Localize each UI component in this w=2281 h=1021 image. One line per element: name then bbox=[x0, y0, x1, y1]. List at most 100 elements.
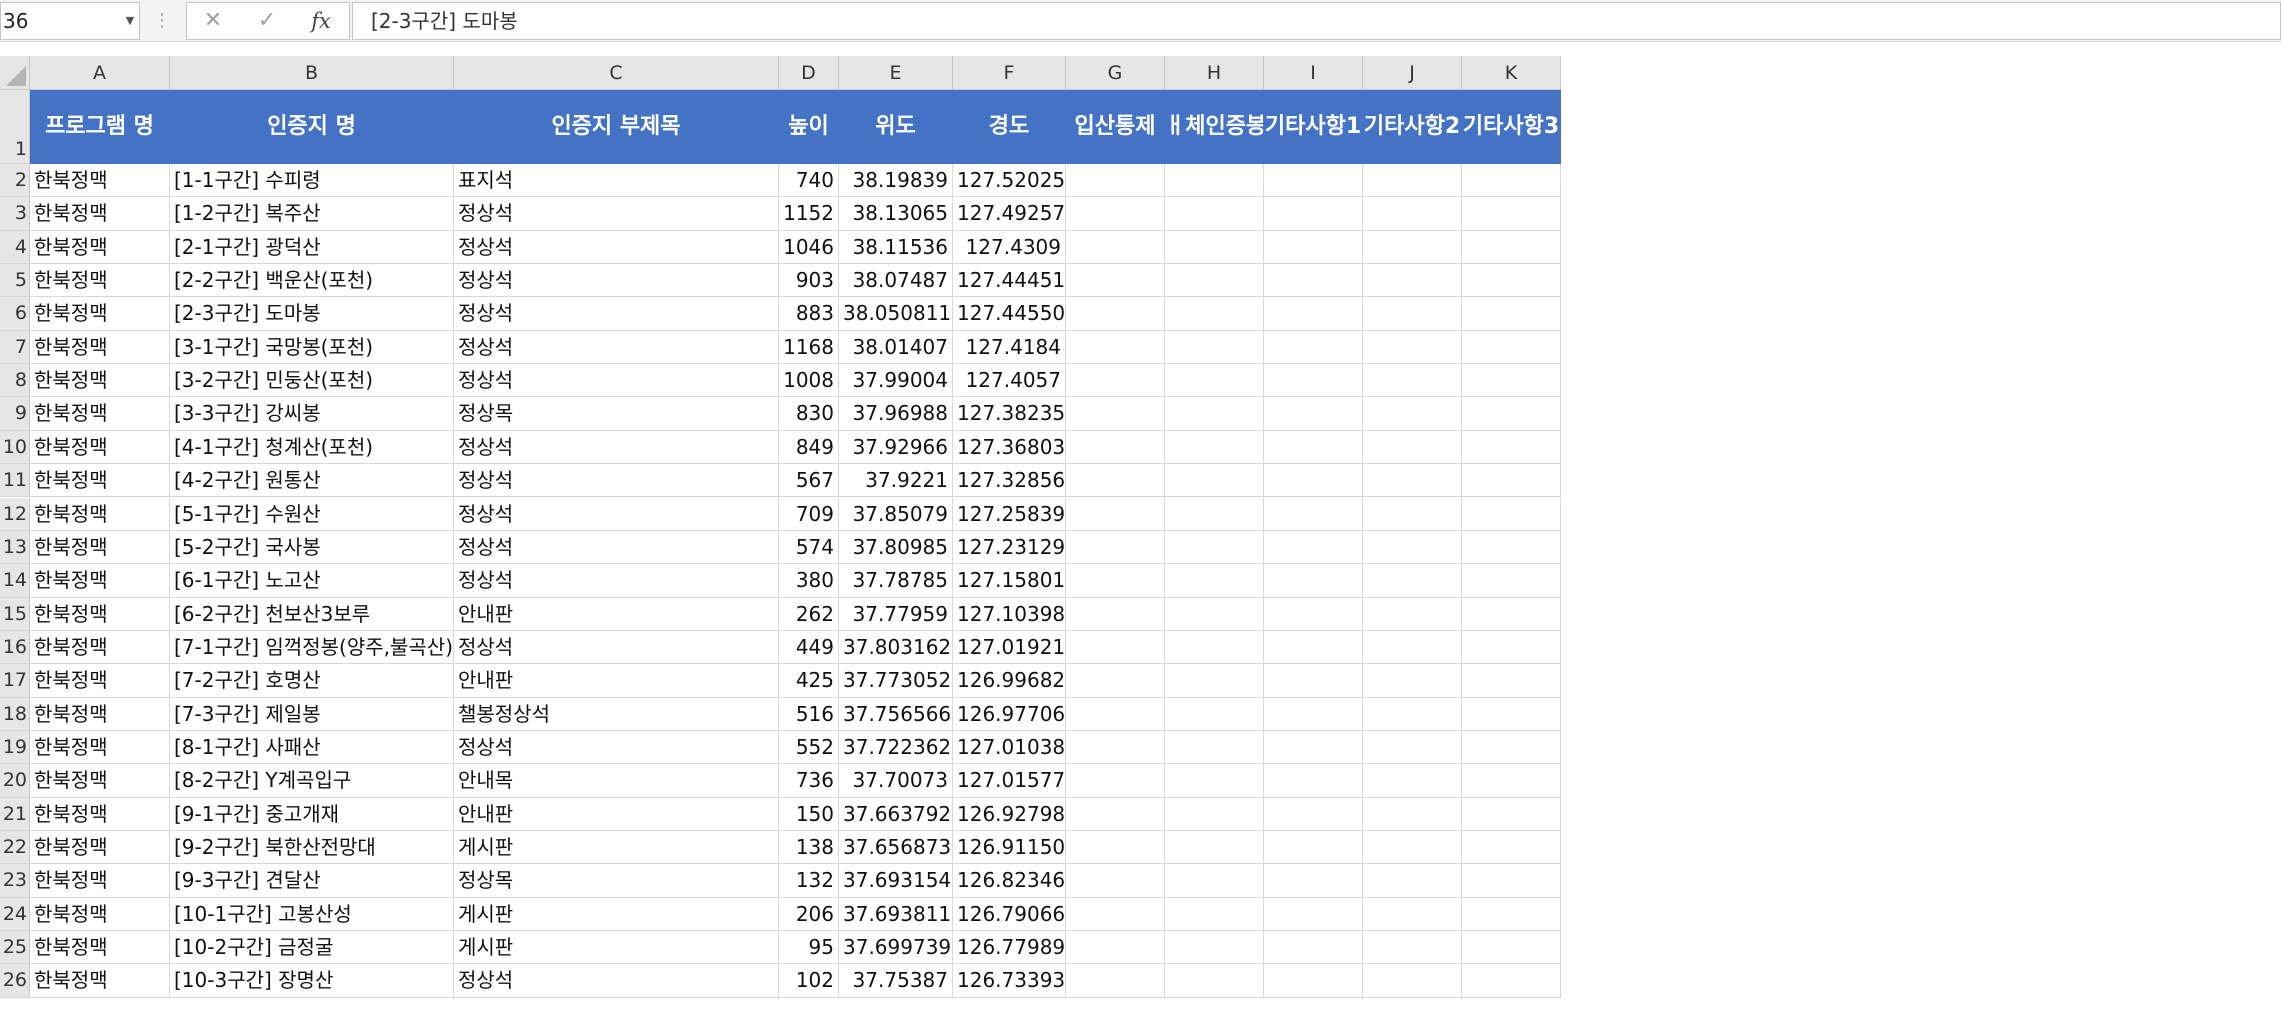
cell-j3[interactable] bbox=[1363, 197, 1462, 231]
cell-g14[interactable] bbox=[1066, 564, 1165, 598]
cell-f4[interactable]: 127.4309 bbox=[953, 230, 1066, 265]
cell-j22[interactable] bbox=[1363, 831, 1462, 865]
row-header-4[interactable]: 4 bbox=[0, 230, 30, 265]
cell-b23[interactable]: [9-3구간] 견달산 bbox=[170, 864, 454, 898]
cell-d9[interactable]: 830 bbox=[779, 397, 839, 431]
cell-k13[interactable] bbox=[1462, 530, 1561, 565]
cell-c14[interactable]: 정상석 bbox=[454, 564, 779, 598]
cell-e11[interactable]: 37.9221 bbox=[839, 464, 953, 498]
cell-i6[interactable] bbox=[1264, 297, 1363, 331]
cell-e6[interactable]: 38.050811 bbox=[839, 297, 953, 331]
cell-d13[interactable]: 574 bbox=[779, 530, 839, 565]
cell-g18[interactable] bbox=[1066, 697, 1165, 731]
cell-b21[interactable]: [9-1구간] 중고개재 bbox=[170, 797, 454, 831]
cell-g9[interactable] bbox=[1066, 397, 1165, 431]
cell-c25[interactable]: 게시판 bbox=[454, 931, 779, 965]
cell-a4[interactable]: 한북정맥 bbox=[30, 230, 170, 265]
cell-k14[interactable] bbox=[1462, 564, 1561, 598]
cell-c12[interactable]: 정상석 bbox=[454, 497, 779, 531]
cell-h21[interactable] bbox=[1165, 797, 1264, 831]
row-header-24[interactable]: 24 bbox=[0, 897, 30, 932]
row-header-16[interactable]: 16 bbox=[0, 630, 30, 665]
header-cell-e[interactable]: 위도 bbox=[839, 90, 953, 164]
cell-c20[interactable]: 안내목 bbox=[454, 764, 779, 798]
cell-b19[interactable]: [8-1구간] 사패산 bbox=[170, 730, 454, 765]
cell-e3[interactable]: 38.13065 bbox=[839, 197, 953, 231]
cell-c6[interactable]: 정상석 bbox=[454, 297, 779, 331]
cell-k10[interactable] bbox=[1462, 430, 1561, 465]
cell-k23[interactable] bbox=[1462, 864, 1561, 898]
cell-f16[interactable]: 127.019214 bbox=[953, 630, 1066, 665]
cell-g4[interactable] bbox=[1066, 230, 1165, 265]
cell-i17[interactable] bbox=[1264, 664, 1363, 698]
cell-g17[interactable] bbox=[1066, 664, 1165, 698]
cell-b14[interactable]: [6-1구간] 노고산 bbox=[170, 564, 454, 598]
cell-j18[interactable] bbox=[1363, 697, 1462, 731]
cell-g23[interactable] bbox=[1066, 864, 1165, 898]
cell-d15[interactable]: 262 bbox=[779, 597, 839, 631]
cell-f19[interactable]: 127.010388 bbox=[953, 730, 1066, 765]
column-header-d[interactable]: D bbox=[779, 56, 839, 90]
column-header-g[interactable]: G bbox=[1066, 56, 1165, 90]
cell-h24[interactable] bbox=[1165, 897, 1264, 932]
header-cell-k[interactable]: 기타사항3 bbox=[1462, 90, 1561, 164]
cell-a18[interactable]: 한북정맥 bbox=[30, 697, 170, 731]
cell-b3[interactable]: [1-2구간] 복주산 bbox=[170, 197, 454, 231]
cell-d17[interactable]: 425 bbox=[779, 664, 839, 698]
cell-h13[interactable] bbox=[1165, 530, 1264, 565]
cell-b2[interactable]: [1-1구간] 수피령 bbox=[170, 164, 454, 198]
cell-g11[interactable] bbox=[1066, 464, 1165, 498]
row-header-22[interactable]: 22 bbox=[0, 831, 30, 865]
cell-h9[interactable] bbox=[1165, 397, 1264, 431]
cell-c4[interactable]: 정상석 bbox=[454, 230, 779, 265]
cell-b15[interactable]: [6-2구간] 천보산3보루 bbox=[170, 597, 454, 631]
cell-f11[interactable]: 127.32856 bbox=[953, 464, 1066, 498]
column-header-e[interactable]: E bbox=[839, 56, 953, 90]
cell-f2[interactable]: 127.52025 bbox=[953, 164, 1066, 198]
cell-a16[interactable]: 한북정맥 bbox=[30, 630, 170, 665]
cell-c22[interactable]: 게시판 bbox=[454, 831, 779, 865]
cell-i20[interactable] bbox=[1264, 764, 1363, 798]
cell-k15[interactable] bbox=[1462, 597, 1561, 631]
cell-a20[interactable]: 한북정맥 bbox=[30, 764, 170, 798]
formula-input[interactable]: [2-3구간] 도마봉 bbox=[352, 2, 2281, 40]
cell-a2[interactable]: 한북정맥 bbox=[30, 164, 170, 198]
cell-a24[interactable]: 한북정맥 bbox=[30, 897, 170, 932]
cell-e4[interactable]: 38.11536 bbox=[839, 230, 953, 265]
cell-j7[interactable] bbox=[1363, 330, 1462, 365]
cell-h14[interactable] bbox=[1165, 564, 1264, 598]
cell-b24[interactable]: [10-1구간] 고봉산성 bbox=[170, 897, 454, 932]
cell-f8[interactable]: 127.4057 bbox=[953, 364, 1066, 398]
cell-e2[interactable]: 38.19839 bbox=[839, 164, 953, 198]
cell-a8[interactable]: 한북정맥 bbox=[30, 364, 170, 398]
cell-i12[interactable] bbox=[1264, 497, 1363, 531]
cell-b22[interactable]: [9-2구간] 북한산전망대 bbox=[170, 831, 454, 865]
cell-c3[interactable]: 정상석 bbox=[454, 197, 779, 231]
cell-i23[interactable] bbox=[1264, 864, 1363, 898]
row-header-2[interactable]: 2 bbox=[0, 164, 30, 198]
row-header-21[interactable]: 21 bbox=[0, 797, 30, 831]
cell-g2[interactable] bbox=[1066, 164, 1165, 198]
cell-j25[interactable] bbox=[1363, 931, 1462, 965]
cell-d24[interactable]: 206 bbox=[779, 897, 839, 932]
column-header-c[interactable]: C bbox=[454, 56, 779, 90]
cell-c24[interactable]: 게시판 bbox=[454, 897, 779, 932]
header-cell-a[interactable]: 프로그램 명 bbox=[30, 90, 170, 164]
column-header-f[interactable]: F bbox=[953, 56, 1066, 90]
cell-d8[interactable]: 1008 bbox=[779, 364, 839, 398]
insert-function-button[interactable]: fx bbox=[297, 3, 345, 39]
cell-i4[interactable] bbox=[1264, 230, 1363, 265]
row-header-15[interactable]: 15 bbox=[0, 597, 30, 631]
cell-b20[interactable]: [8-2구간] Y계곡입구 bbox=[170, 764, 454, 798]
column-header-j[interactable]: J bbox=[1363, 56, 1462, 90]
cell-e18[interactable]: 37.756566 bbox=[839, 697, 953, 731]
cell-d19[interactable]: 552 bbox=[779, 730, 839, 765]
cell-d11[interactable]: 567 bbox=[779, 464, 839, 498]
cell-i19[interactable] bbox=[1264, 730, 1363, 765]
cell-i21[interactable] bbox=[1264, 797, 1363, 831]
cell-j11[interactable] bbox=[1363, 464, 1462, 498]
row-header-9[interactable]: 9 bbox=[0, 397, 30, 431]
cell-d23[interactable]: 132 bbox=[779, 864, 839, 898]
cell-e23[interactable]: 37.693154 bbox=[839, 864, 953, 898]
cell-a7[interactable]: 한북정맥 bbox=[30, 330, 170, 365]
